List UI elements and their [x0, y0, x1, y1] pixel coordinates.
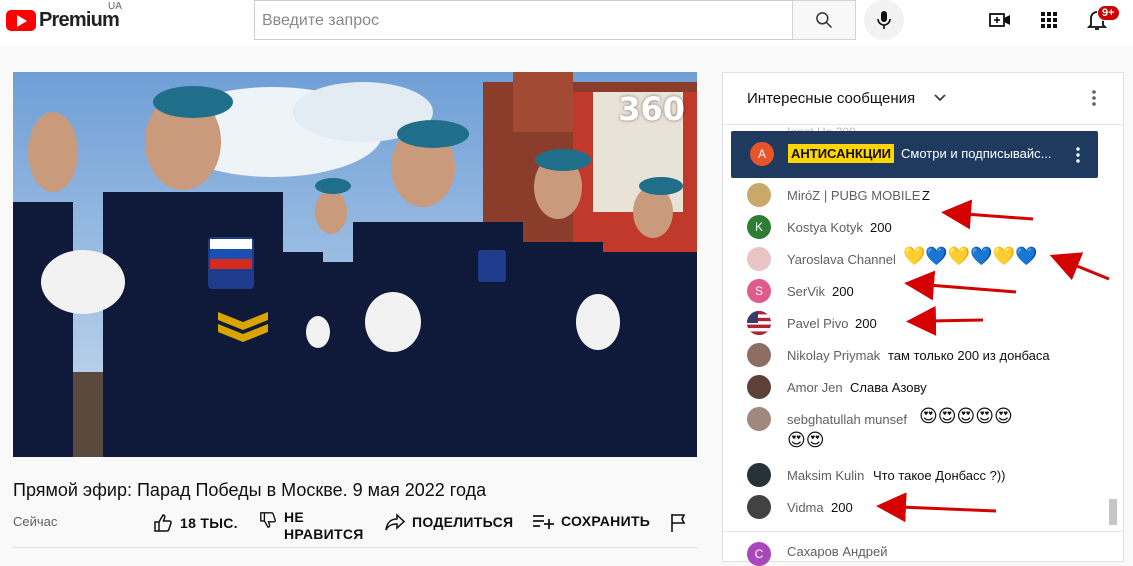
avatar: [747, 183, 771, 207]
video-date: Сейчас: [13, 514, 58, 529]
logo-text: Premium: [39, 9, 120, 31]
report-button[interactable]: [670, 513, 695, 533]
message-author[interactable]: SerVik: [787, 284, 825, 299]
dislike-button[interactable]: НЕ НРАВИТСЯ: [259, 509, 364, 543]
avatar: K: [747, 215, 771, 239]
pinned-message[interactable]: A АНТИСАНКЦИИ Смотри и подписывайс...: [731, 131, 1098, 178]
avatar: [747, 375, 771, 399]
live-chat-panel: Интересные сообщения Ignat Ha 200 A АНТИ…: [722, 72, 1124, 566]
avatar: A: [750, 142, 774, 166]
share-icon: [385, 513, 405, 531]
save-button[interactable]: СОХРАНИТЬ: [532, 513, 650, 529]
message-author[interactable]: Pavel Pivo: [787, 316, 848, 331]
search-icon: [816, 12, 833, 29]
chat-mode-selector[interactable]: Интересные сообщения: [747, 90, 915, 107]
chat-more-options-icon[interactable]: [1089, 88, 1099, 108]
message-author[interactable]: MiróZ | PUBG MOBILE: [787, 188, 920, 203]
video-player[interactable]: 360: [13, 72, 697, 457]
chevron-down-icon[interactable]: [933, 91, 947, 105]
pinned-more-options-icon[interactable]: [1074, 146, 1082, 164]
avatar: C: [747, 542, 771, 566]
message-text: 200: [832, 284, 854, 299]
avatar: [747, 463, 771, 487]
chat-header: Интересные сообщения: [723, 73, 1123, 125]
message-author[interactable]: Amor Jen: [787, 380, 843, 395]
apps-button[interactable]: [1037, 8, 1061, 32]
country-code: UA: [108, 1, 122, 12]
message-author[interactable]: Yaroslava Channel: [787, 252, 896, 267]
search-input[interactable]: Введите запрос: [254, 0, 794, 40]
message-text: там только 200 из донбаса: [888, 348, 1050, 363]
chat-scrollbar-thumb[interactable]: [1109, 499, 1117, 525]
message-text: 😍😍😍😍😍: [919, 406, 1013, 427]
avatar: [747, 495, 771, 519]
like-button[interactable]: 18 ТЫС.: [153, 513, 238, 533]
message-author[interactable]: Vidma: [787, 500, 824, 515]
video-frame: [13, 72, 697, 457]
message-text: 200: [831, 500, 853, 515]
thumbs-up-icon: [154, 514, 172, 532]
search-button[interactable]: [792, 0, 856, 40]
message-text: Z: [922, 188, 930, 203]
dislike-label-line2: НРАВИТСЯ: [284, 526, 364, 542]
top-bar: Premium UA Введите запрос 9+: [0, 0, 1133, 46]
share-button[interactable]: ПОДЕЛИТЬСЯ: [385, 513, 513, 531]
message-author[interactable]: Kostya Kotyk: [787, 220, 863, 235]
message-author[interactable]: sebghatullah munsef: [787, 412, 907, 427]
message-text-continued: 😍😍: [787, 430, 825, 451]
message-author[interactable]: Сахаров Андрей: [787, 544, 887, 559]
dislike-label-line1: НЕ: [284, 509, 305, 525]
like-count: 18 ТЫС.: [180, 515, 238, 531]
message-text: Что такое Донбасс ?)): [873, 468, 1006, 483]
video-title: Прямой эфир: Парад Победы в Москве. 9 ма…: [13, 480, 487, 500]
message-author[interactable]: Maksim Kulin: [787, 468, 864, 483]
message-text: 💛💙💛💙💛💙: [903, 246, 1038, 267]
message-author[interactable]: Nikolay Priymak: [787, 348, 880, 363]
share-label: ПОДЕЛИТЬСЯ: [412, 514, 514, 530]
avatar: [747, 343, 771, 367]
message-text: Слава Азову: [850, 380, 927, 395]
chat-separator: [723, 531, 1123, 532]
pinned-text: Смотри и подписывайс...: [901, 146, 1052, 161]
flag-icon: [671, 514, 686, 532]
avatar: [747, 247, 771, 271]
description-divider: [13, 547, 697, 548]
avatar: S: [747, 279, 771, 303]
create-video-button[interactable]: [988, 8, 1012, 32]
thumbs-down-icon: [260, 512, 276, 528]
save-label: СОХРАНИТЬ: [561, 513, 651, 529]
channel-watermark: 360: [618, 90, 685, 128]
microphone-icon: [877, 11, 891, 29]
voice-search-button[interactable]: [864, 0, 904, 40]
create-video-icon: [989, 13, 1010, 27]
youtube-logo-icon: [6, 10, 36, 31]
message-text: 200: [870, 220, 892, 235]
us-flag-avatar: [747, 311, 771, 335]
youtube-premium-logo[interactable]: Premium: [6, 9, 120, 32]
notification-count-badge: 9+: [1097, 5, 1120, 21]
pinned-author[interactable]: АНТИСАНКЦИИ: [788, 144, 895, 163]
add-to-playlist-icon: [533, 515, 554, 529]
message-text: 200: [855, 316, 877, 331]
apps-grid-icon: [1041, 12, 1057, 28]
flag-icon: [747, 311, 771, 335]
avatar: [747, 407, 771, 431]
